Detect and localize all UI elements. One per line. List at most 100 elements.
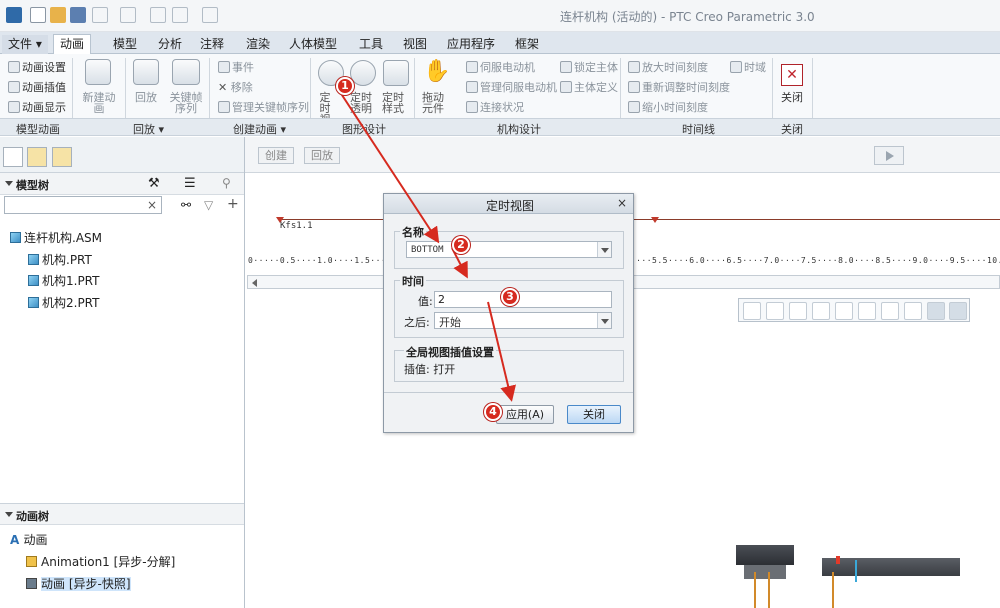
anim-tree-root[interactable]: A 动画 xyxy=(10,531,47,548)
lock-body-button[interactable]: 锁定主体 xyxy=(560,59,618,75)
drag-component-label[interactable]: 拖动元件 xyxy=(420,92,446,114)
create-button[interactable]: 创建 xyxy=(258,147,294,164)
mechanism-part-right[interactable] xyxy=(822,558,960,576)
time-value-input[interactable]: 2 xyxy=(434,291,612,308)
zoom-in-icon[interactable] xyxy=(766,302,784,320)
close-button[interactable]: 关闭 xyxy=(567,405,621,424)
timed-style-label[interactable]: 定时样式 xyxy=(380,92,406,114)
panel-divider[interactable] xyxy=(244,137,245,608)
view-manager-icon[interactable] xyxy=(881,302,899,320)
model-tree-tab-icon[interactable] xyxy=(3,147,23,167)
anim-settings-button[interactable]: 动画设置 xyxy=(8,59,66,75)
tab-animation[interactable]: 动画 xyxy=(53,34,92,55)
clear-search-icon[interactable]: × xyxy=(147,198,157,212)
tab-annotate[interactable]: 注释 xyxy=(194,35,230,54)
tree-item-part[interactable]: 机构1.PRT xyxy=(28,272,99,289)
tab-tools[interactable]: 工具 xyxy=(353,35,389,54)
manage-servo-button[interactable]: 管理伺服电动机 xyxy=(466,79,557,95)
save-icon[interactable] xyxy=(70,7,86,23)
undo-icon[interactable] xyxy=(92,7,108,23)
redo-icon[interactable] xyxy=(120,7,136,23)
event-button[interactable]: 事件 xyxy=(218,59,254,75)
replay-label[interactable]: 回放 xyxy=(128,92,164,103)
servo-motor-button[interactable]: 伺服电动机 xyxy=(466,59,535,75)
dialog-titlebar[interactable]: 定时视图 × xyxy=(384,194,633,214)
new-animation-label[interactable]: 新建动画 xyxy=(78,92,120,114)
group-create-animation[interactable]: 创建动画 ▾ xyxy=(233,121,286,137)
tab-manikin[interactable]: 人体模型 xyxy=(283,35,343,54)
folder-browser-tab-icon[interactable] xyxy=(27,147,47,167)
tab-render[interactable]: 渲染 xyxy=(240,35,276,54)
name-select[interactable]: BOTTOM xyxy=(406,241,612,258)
anim-display-button[interactable]: 动画显示 xyxy=(8,99,66,115)
kfs-label[interactable]: Kfs1.1 xyxy=(280,221,313,231)
replay-icon[interactable] xyxy=(133,59,159,85)
tab-model[interactable]: 模型 xyxy=(107,35,143,54)
binoculars-icon[interactable]: ⚯ xyxy=(181,198,191,212)
keyframe-end-marker[interactable] xyxy=(651,217,659,223)
replay-button[interactable]: 回放 xyxy=(304,147,340,164)
zoom-out-icon[interactable] xyxy=(789,302,807,320)
tab-framework[interactable]: 框架 xyxy=(509,35,545,54)
manage-kfs-button[interactable]: 管理关键帧序列 xyxy=(218,99,309,115)
datum-display-icon[interactable] xyxy=(904,302,922,320)
tree-search-input[interactable]: × xyxy=(4,196,162,214)
zoom-in-time-button[interactable]: 放大时间刻度 xyxy=(628,59,708,75)
tab-applications[interactable]: 应用程序 xyxy=(441,35,501,54)
repaint-icon[interactable] xyxy=(812,302,830,320)
chevron-down-icon[interactable] xyxy=(597,313,611,328)
customize-toolbar-icon[interactable] xyxy=(228,7,244,23)
tree-columns-icon[interactable]: ☰ xyxy=(184,176,196,191)
tab-file[interactable]: 文件 ▾ xyxy=(2,35,48,54)
mechanism-part-left-base[interactable] xyxy=(744,565,786,579)
saved-orientations-icon[interactable] xyxy=(858,302,876,320)
timed-style-icon[interactable] xyxy=(383,60,409,86)
remove-button[interactable]: ✕ 移除 xyxy=(218,79,253,95)
favorites-tab-icon[interactable] xyxy=(52,147,72,167)
display-style-icon[interactable] xyxy=(835,302,853,320)
anim-tree-item-selected[interactable]: 动画 [异步-快照] xyxy=(26,575,131,592)
regenerate-icon[interactable] xyxy=(150,7,166,23)
windows-icon[interactable] xyxy=(172,7,188,23)
body-definition-button[interactable]: 主体定义 xyxy=(560,79,618,95)
close-animation-label[interactable]: 关闭 xyxy=(779,92,805,103)
chevron-down-icon[interactable] xyxy=(597,242,611,257)
scroll-left-icon[interactable] xyxy=(252,279,257,287)
close-icon[interactable]: ✕ xyxy=(781,64,803,86)
keyframe-sequence-label[interactable]: 关键帧序列 xyxy=(168,92,204,114)
drag-hand-icon[interactable]: ✋ xyxy=(423,59,450,85)
new-file-icon[interactable] xyxy=(30,7,46,23)
open-folder-icon[interactable] xyxy=(50,7,66,23)
tree-item-assembly[interactable]: 连杆机构.ASM xyxy=(10,229,102,246)
collapse-icon[interactable] xyxy=(5,512,13,517)
add-icon[interactable]: + xyxy=(227,196,239,212)
refit-icon[interactable] xyxy=(743,302,761,320)
dialog-close-icon[interactable]: × xyxy=(617,196,627,210)
mechanism-part-left[interactable] xyxy=(736,545,794,565)
app-icon[interactable] xyxy=(6,7,22,23)
collapse-icon[interactable] xyxy=(5,181,13,186)
tree-item-part[interactable]: 机构.PRT xyxy=(28,251,92,268)
group-playback[interactable]: 回放 ▾ xyxy=(133,121,164,137)
anim-interp-button[interactable]: 动画插值 xyxy=(8,79,66,95)
tree-settings-icon[interactable]: ⚒ xyxy=(148,176,160,191)
anim-tree-item[interactable]: Animation1 [异步-分解] xyxy=(26,553,175,570)
play-icon[interactable] xyxy=(874,146,904,165)
annotation-display-icon[interactable] xyxy=(927,302,945,320)
time-domain-button[interactable]: 时域 xyxy=(730,59,766,75)
after-select[interactable]: 开始 xyxy=(434,312,612,329)
keyframe-sequence-icon[interactable] xyxy=(172,59,200,85)
timed-transparency-icon[interactable] xyxy=(350,60,376,86)
zoom-out-time-button[interactable]: 缩小时间刻度 xyxy=(628,99,708,115)
connection-status-button[interactable]: 连接状况 xyxy=(466,99,524,115)
rescale-time-button[interactable]: 重新调整时间刻度 xyxy=(628,79,730,95)
apply-button[interactable]: 应用(A) xyxy=(496,405,554,424)
close-window-icon[interactable] xyxy=(202,7,218,23)
spin-center-icon[interactable] xyxy=(949,302,967,320)
timed-transparency-label[interactable]: 定时透明 xyxy=(348,92,374,114)
tree-item-part[interactable]: 机构2.PRT xyxy=(28,294,99,311)
tab-view[interactable]: 视图 xyxy=(397,35,433,54)
filter-icon[interactable]: ▽ xyxy=(204,198,213,212)
tree-filter-icon[interactable]: ⚲ xyxy=(222,176,231,190)
new-animation-icon[interactable] xyxy=(85,59,111,85)
